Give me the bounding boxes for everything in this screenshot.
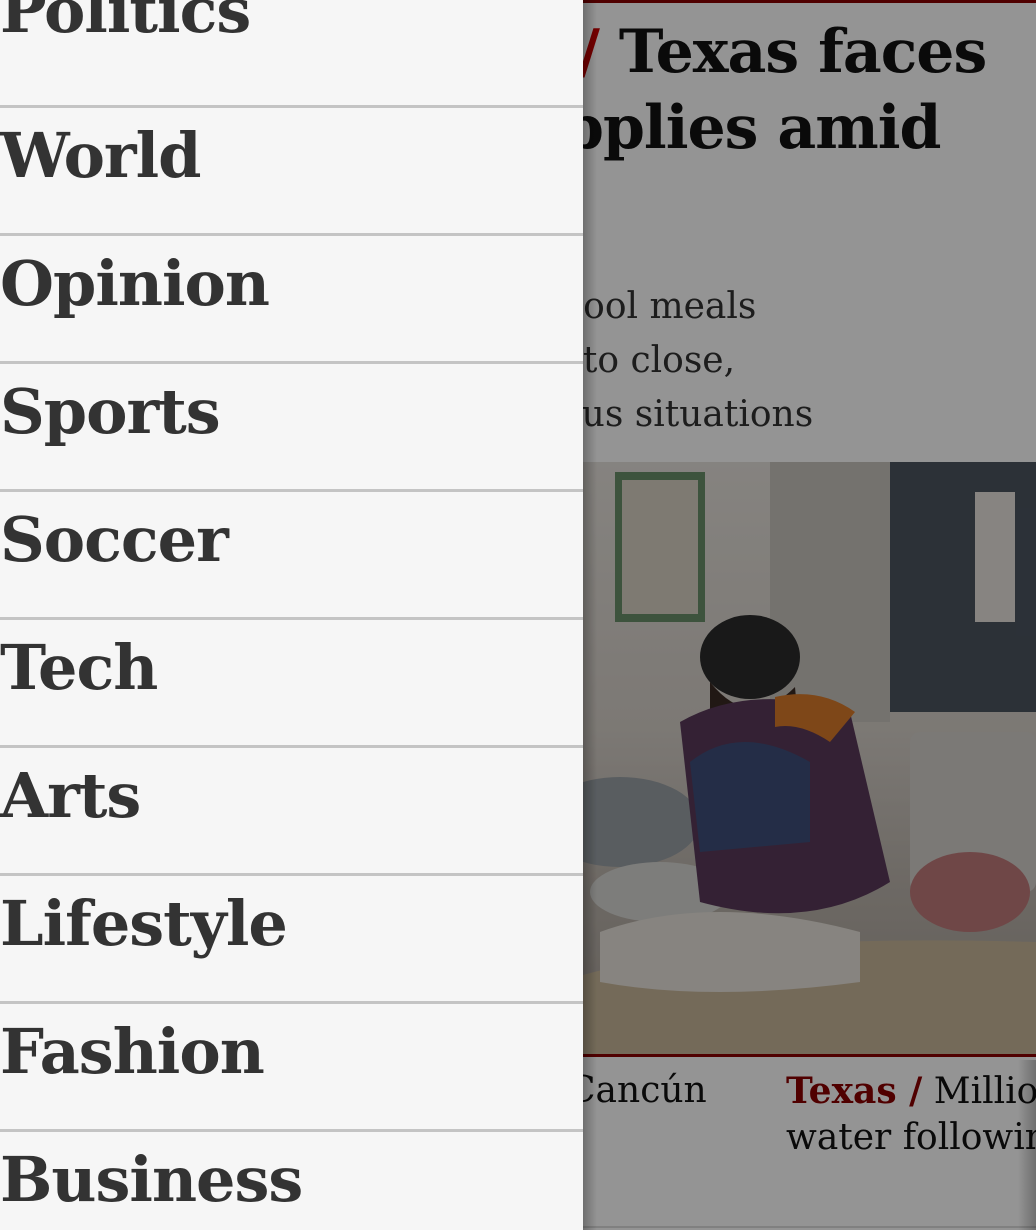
nav-item-label: Business: [0, 1143, 303, 1216]
nav-item-label: Fashion: [0, 1015, 265, 1088]
nav-item-label: Sports: [0, 375, 221, 448]
nav-item-soccer[interactable]: Soccer: [0, 492, 583, 620]
nav-item-label: Politics: [0, 0, 251, 47]
nav-item-sports[interactable]: Sports: [0, 364, 583, 492]
nav-item-lifestyle[interactable]: Lifestyle: [0, 876, 583, 1004]
nav-item-arts[interactable]: Arts: [0, 748, 583, 876]
nav-item-tech[interactable]: Tech: [0, 620, 583, 748]
nav-item-politics[interactable]: Politics: [0, 0, 583, 108]
nav-item-opinion[interactable]: Opinion: [0, 236, 583, 364]
nav-item-business[interactable]: Business: [0, 1132, 583, 1230]
nav-drawer: Politics World Opinion Sports Soccer Tec…: [0, 0, 583, 1230]
nav-item-label: World: [0, 119, 201, 192]
nav-item-label: Lifestyle: [0, 887, 288, 960]
nav-item-label: Soccer: [0, 503, 229, 576]
nav-item-label: Arts: [0, 759, 141, 832]
nav-item-world[interactable]: World: [0, 108, 583, 236]
drawer-shadow: [583, 0, 597, 1230]
nav-item-label: Opinion: [0, 247, 270, 320]
scroll-shadow: [1018, 1060, 1036, 1230]
nav-item-label: Tech: [0, 631, 158, 704]
nav-item-fashion[interactable]: Fashion: [0, 1004, 583, 1132]
